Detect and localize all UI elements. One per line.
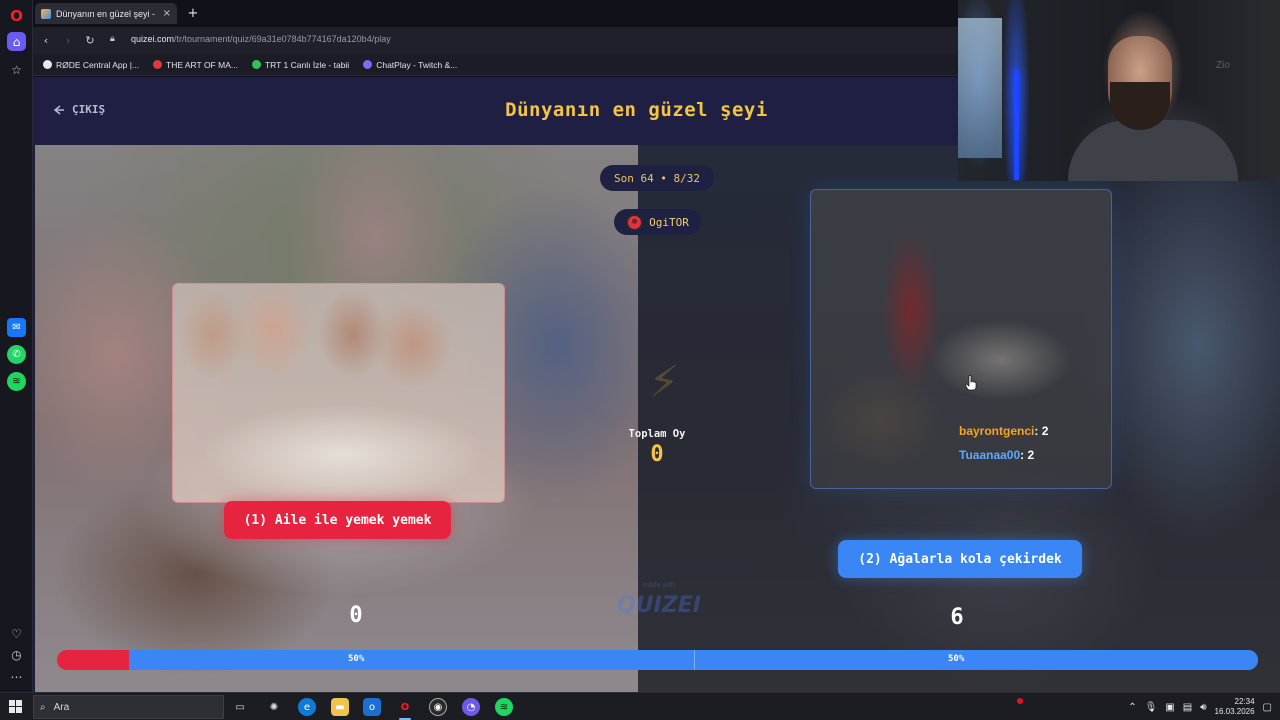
voter-score: : 2: [1020, 448, 1035, 462]
windows-start-icon[interactable]: [9, 700, 22, 713]
edge-icon[interactable]: e: [298, 698, 316, 716]
url-field[interactable]: quizei.com/tr/tournament/quiz/69a31e0784…: [131, 34, 391, 44]
widgets-icon[interactable]: ✺: [265, 698, 283, 716]
file-explorer-icon[interactable]: ▬: [331, 698, 349, 716]
user-badge: ⊗ OgiTOR: [614, 209, 701, 235]
clock[interactable]: 22:34 16.03.2026: [1215, 697, 1255, 717]
bookmark-item[interactable]: TRT 1 Canlı İzle - tabii: [251, 59, 350, 70]
whatsapp-icon[interactable]: ✆: [7, 345, 26, 364]
search-icon: ⌕: [40, 701, 46, 713]
opera-taskbar-icon[interactable]: O: [396, 698, 414, 720]
browser-sidebar: O ⌂ ☆ ✉ ✆ ≋ ♡ ◷ ⋯: [0, 0, 33, 692]
reload-icon[interactable]: ↻: [82, 32, 98, 48]
hand-cursor-icon: [965, 375, 977, 391]
forward-icon[interactable]: ›: [60, 32, 76, 48]
option1-percent: 50%: [348, 654, 365, 664]
more-icon[interactable]: ⋯: [7, 667, 26, 686]
bookmark-favicon-icon: [251, 60, 261, 69]
bookmark-label: TRT 1 Canlı İzle - tabii: [264, 59, 350, 70]
outlook-icon[interactable]: o: [363, 698, 381, 716]
microphone-icon[interactable]: 🎙︎: [1145, 702, 1158, 713]
messenger-icon[interactable]: ✉: [7, 318, 26, 337]
user-avatar-icon: ⊗: [626, 213, 644, 231]
volume-icon[interactable]: 🔊︎: [1200, 702, 1206, 713]
option2-progress-fill: [129, 650, 1258, 670]
history-icon[interactable]: ◷: [7, 645, 26, 664]
address-bar: ‹ › ↻ 🔒︎ quizei.com/tr/tournament/quiz/6…: [33, 27, 958, 54]
clock-time: 22:34: [1234, 697, 1255, 706]
notifications-icon[interactable]: ▢: [1263, 702, 1272, 713]
bookmark-item[interactable]: ChatPlay - Twitch &...: [363, 60, 457, 70]
display-icon[interactable]: ▣: [1165, 702, 1174, 713]
round-indicator: Son 64 • 8/32: [600, 165, 714, 191]
spotify-icon[interactable]: ≋: [7, 372, 26, 391]
new-tab-icon[interactable]: +: [185, 5, 201, 21]
voter-name: Tuaanaa00: [959, 448, 1021, 462]
home-icon[interactable]: ⌂: [7, 32, 26, 51]
tab-close-icon[interactable]: ×: [163, 8, 171, 19]
username: OgiTOR: [649, 215, 689, 229]
vote-progress-bar: 50% 50%: [57, 650, 1258, 670]
total-votes-value: 0: [650, 442, 664, 467]
network-icon[interactable]: ▤: [1183, 702, 1192, 713]
back-icon[interactable]: ‹: [38, 32, 54, 48]
bookmark-item[interactable]: RØDE Central App |...: [43, 60, 139, 70]
lock-icon[interactable]: 🔒︎: [110, 34, 115, 44]
opera-logo-icon[interactable]: O: [7, 6, 26, 25]
brand-watermark: QUIZEI: [617, 593, 701, 618]
made-with-text: made with: [643, 582, 675, 589]
voter-entry: Tuaanaa00: 2: [959, 448, 1034, 462]
taskbar: ⌕ Ara ▭ ✺ e ▬ o O ◉ ◔ ≋ ⌃ 🎙︎ ▣ ▤ 🔊︎ 22:3…: [0, 692, 1280, 720]
option1-count: 0: [349, 603, 363, 628]
tab-title: Dünyanın en güzel şeyi -: [56, 8, 156, 19]
url-path: /tr/tournament/quiz/69a31e0784b774167da1…: [174, 34, 391, 44]
vs-lightning-icon: ⚡: [648, 357, 680, 408]
screen: O ⌂ ☆ ✉ ✆ ≋ ♡ ◷ ⋯ Dünyanın en güzel şeyi…: [0, 0, 1280, 720]
option2-count: 6: [950, 605, 964, 630]
webcam-text: Zio: [1216, 60, 1230, 71]
bookmark-label: THE ART OF MA...: [166, 59, 238, 70]
system-tray: ⌃ 🎙︎ ▣ ▤ 🔊︎ 22:34 16.03.2026 ▢: [1128, 693, 1280, 720]
bookmark-favicon-icon: [43, 60, 52, 69]
total-votes-label: Toplam Oy: [628, 428, 686, 440]
voter-score: : 2: [1034, 424, 1049, 438]
option2-button[interactable]: (2) Ağalarla kola çekirdek: [838, 540, 1082, 578]
chevron-up-icon[interactable]: ⌃: [1128, 702, 1136, 713]
notification-badge: [1017, 698, 1023, 704]
discord-icon[interactable]: ◔: [462, 698, 480, 716]
option1-progress-fill: [57, 650, 130, 670]
bookmark-favicon-icon: [363, 60, 373, 69]
bookmark-label: ChatPlay - Twitch &...: [376, 59, 458, 70]
search-placeholder: Ara: [53, 701, 70, 713]
spotify-taskbar-icon[interactable]: ≋: [495, 698, 513, 716]
voter-entry: bayrontgenci: 2: [959, 424, 1048, 438]
heart-icon[interactable]: ♡: [7, 624, 26, 643]
tab-favicon-icon: [41, 8, 51, 19]
bookmarks-bar: RØDE Central App |... THE ART OF MA... TRT…: [33, 54, 958, 76]
webcam-overlay: Zio: [958, 0, 1280, 181]
obs-icon[interactable]: ◉: [429, 698, 447, 716]
option2-image[interactable]: [810, 189, 1112, 489]
tab-bar: Dünyanın en güzel şeyi - × +: [33, 0, 958, 27]
clock-date: 16.03.2026: [1214, 707, 1255, 716]
option1-button[interactable]: (1) Aile ile yemek yemek: [224, 501, 451, 539]
bookmark-favicon-icon: [153, 60, 162, 69]
taskbar-search[interactable]: ⌕ Ara: [33, 695, 224, 719]
option1-image[interactable]: [172, 283, 505, 503]
star-icon[interactable]: ☆: [7, 60, 26, 79]
url-host: quizei.com: [131, 34, 175, 44]
browser-tab[interactable]: Dünyanın en güzel şeyi - ×: [35, 3, 177, 24]
voter-name: bayrontgenci: [959, 424, 1035, 438]
bookmark-label: RØDE Central App |...: [56, 59, 139, 70]
bookmark-item[interactable]: THE ART OF MA...: [153, 60, 238, 70]
option2-percent: 50%: [948, 654, 965, 664]
task-view-icon[interactable]: ▭: [231, 698, 249, 716]
